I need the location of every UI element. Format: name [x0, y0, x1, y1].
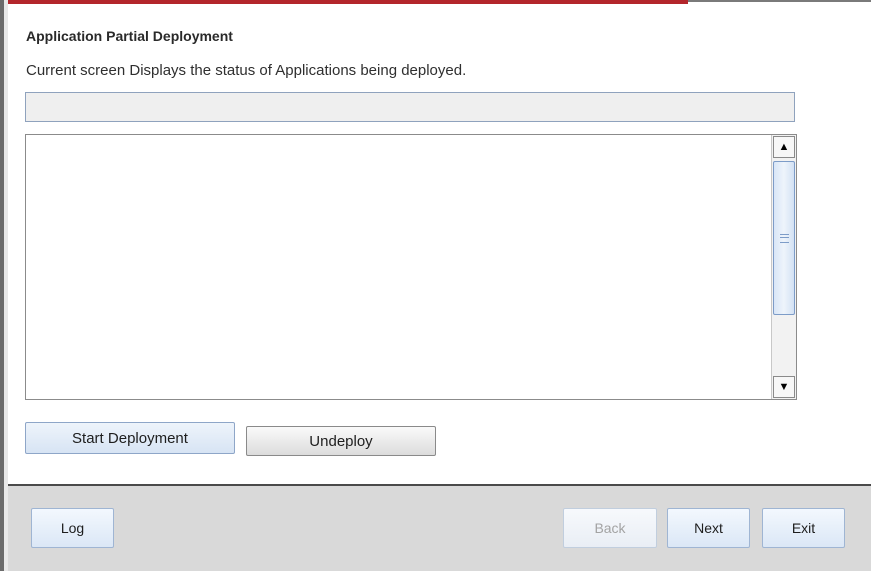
arrow-up-icon: ▲ — [778, 141, 790, 153]
footer-bar: Log Back Next Exit — [8, 486, 871, 571]
page-title: Application Partial Deployment — [26, 28, 233, 44]
exit-button[interactable]: Exit — [762, 508, 845, 548]
top-border — [688, 0, 871, 2]
scroll-thumb[interactable] — [773, 161, 795, 315]
back-button[interactable]: Back — [563, 508, 657, 548]
grip-icon — [780, 234, 789, 243]
deployment-log-area[interactable]: ▲ ▼ — [25, 134, 797, 400]
deployment-progress-bar — [25, 92, 795, 122]
undeploy-button[interactable]: Undeploy — [246, 426, 436, 456]
log-button[interactable]: Log — [31, 508, 114, 548]
scroll-down-button[interactable]: ▼ — [773, 376, 795, 398]
start-deployment-button[interactable]: Start Deployment — [25, 422, 235, 454]
log-text — [32, 139, 766, 395]
next-button[interactable]: Next — [667, 508, 750, 548]
scroll-up-button[interactable]: ▲ — [773, 136, 795, 158]
page-description: Current screen Displays the status of Ap… — [26, 62, 467, 79]
arrow-down-icon: ▼ — [778, 381, 790, 393]
vertical-scrollbar[interactable]: ▲ ▼ — [771, 135, 796, 399]
